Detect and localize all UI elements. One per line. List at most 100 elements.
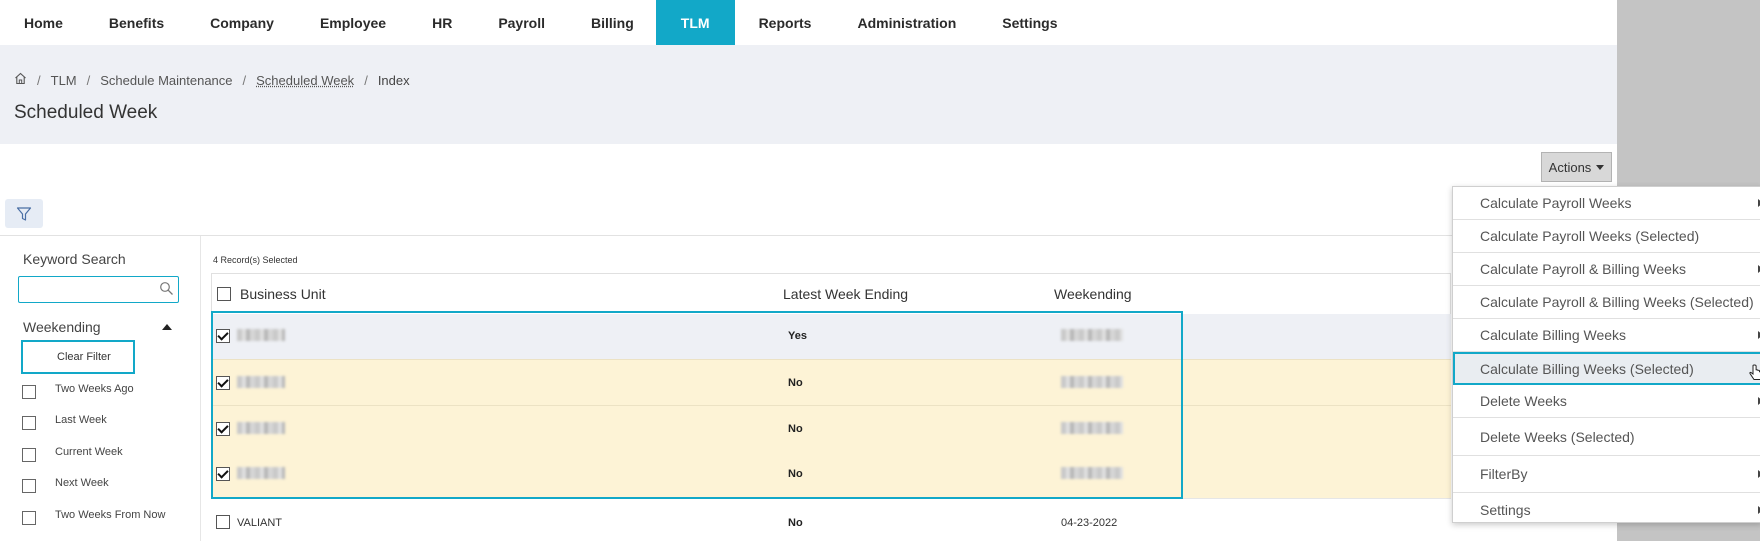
redacted-value — [1061, 467, 1123, 479]
search-icon[interactable] — [159, 281, 174, 301]
weekending-cell — [1061, 467, 1123, 482]
business-unit-cell — [237, 422, 285, 437]
nav-reports[interactable]: Reports — [735, 0, 834, 45]
breadcrumb-separator: / — [86, 72, 91, 88]
breadcrumb: / TLM / Schedule Maintenance / Scheduled… — [14, 72, 410, 88]
sidebar-divider — [200, 236, 201, 541]
menu-item-calculate-payroll-billing-weeks[interactable]: Calculate Payroll & Billing Weeks — [1453, 253, 1760, 286]
menu-item-calculate-payroll-weeks[interactable]: Calculate Payroll Weeks — [1453, 187, 1760, 220]
menu-item-delete-weeks[interactable]: Delete Weeks — [1453, 385, 1760, 418]
filter-option-last-week[interactable]: Last Week — [22, 410, 107, 430]
breadcrumb-separator: / — [242, 72, 247, 88]
nav-billing[interactable]: Billing — [567, 0, 656, 45]
chevron-up-icon — [162, 324, 172, 330]
app-root: Home Benefits Company Employee HR Payrol… — [0, 0, 1760, 541]
table-row[interactable]: No — [211, 451, 1451, 498]
breadcrumb-tlm[interactable]: TLM — [51, 73, 77, 88]
clear-filter-button[interactable]: Clear Filter — [21, 340, 135, 374]
weekending-cell — [1061, 422, 1123, 437]
menu-item-delete-weeks-selected[interactable]: Delete Weeks (Selected) — [1453, 418, 1760, 456]
records-selected-count: 4 Record(s) Selected — [213, 255, 298, 265]
weekending-cell — [1061, 329, 1123, 344]
redacted-value — [1061, 422, 1123, 434]
menu-item-calculate-payroll-billing-weeks-selected[interactable]: Calculate Payroll & Billing Weeks (Selec… — [1453, 286, 1760, 319]
nav-benefits[interactable]: Benefits — [85, 0, 186, 45]
breadcrumb-index: Index — [377, 72, 410, 88]
nav-home[interactable]: Home — [0, 0, 85, 45]
menu-item-filter-by[interactable]: FilterBy — [1453, 456, 1760, 493]
filter-checkbox[interactable] — [22, 448, 36, 462]
business-unit-cell: VALIANT — [237, 517, 283, 529]
column-header-latest-week-ending[interactable]: Latest Week Ending — [783, 286, 908, 302]
row-checkbox[interactable] — [216, 329, 230, 343]
row-checkbox[interactable] — [216, 515, 230, 529]
table-row[interactable]: No — [211, 359, 1451, 405]
menu-item-calculate-billing-weeks-selected[interactable]: Calculate Billing Weeks (Selected) — [1453, 352, 1760, 385]
row-checkbox[interactable] — [216, 376, 230, 390]
page-title: Scheduled Week — [14, 102, 158, 123]
actions-button[interactable]: Actions — [1541, 152, 1612, 182]
business-unit-cell — [237, 467, 285, 482]
nav-payroll[interactable]: Payroll — [474, 0, 567, 45]
filter-checkbox[interactable] — [22, 511, 36, 525]
business-unit-cell — [237, 329, 285, 344]
column-header-weekending[interactable]: Weekending — [1054, 286, 1132, 302]
breadcrumb-scheduled-week[interactable]: Scheduled Week — [256, 73, 354, 88]
weekending-label: Weekending — [23, 319, 101, 335]
redacted-value — [1061, 329, 1123, 341]
redacted-value — [237, 329, 285, 341]
redacted-value — [237, 467, 285, 479]
actions-label: Actions — [1548, 159, 1592, 175]
filter-option-label: Two Weeks Ago — [55, 383, 134, 395]
nav-company[interactable]: Company — [186, 0, 296, 45]
redacted-value — [237, 422, 285, 434]
filter-option-two-weeks-ago[interactable]: Two Weeks Ago — [22, 379, 134, 399]
breadcrumb-separator: / — [37, 72, 41, 88]
filter-option-label: Next Week — [55, 477, 109, 489]
filter-toggle-button[interactable] — [5, 199, 43, 228]
filter-icon — [16, 206, 32, 221]
nav-hr[interactable]: HR — [408, 0, 474, 45]
select-all-checkbox[interactable] — [217, 287, 231, 301]
keyword-search-input[interactable] — [19, 277, 155, 302]
menu-item-settings[interactable]: Settings — [1453, 493, 1760, 526]
weekending-filter-header[interactable]: Weekending — [23, 319, 178, 335]
column-header-business-unit[interactable]: Business Unit — [240, 286, 326, 302]
breadcrumb-schedule-maintenance[interactable]: Schedule Maintenance — [100, 73, 232, 88]
nav-administration[interactable]: Administration — [833, 0, 978, 45]
redacted-value — [1061, 376, 1123, 388]
actions-menu: Calculate Payroll Weeks Calculate Payrol… — [1452, 186, 1760, 523]
table-row[interactable]: No — [211, 405, 1451, 451]
menu-item-calculate-payroll-weeks-selected[interactable]: Calculate Payroll Weeks (Selected) — [1453, 220, 1760, 253]
filter-checkbox[interactable] — [22, 416, 36, 430]
filter-option-label: Current Week — [55, 446, 123, 458]
latest-week-ending-cell: Yes — [788, 330, 807, 342]
filter-checkbox[interactable] — [22, 479, 36, 493]
filter-option-label: Two Weeks From Now — [55, 509, 166, 521]
table-row[interactable]: VALIANT No 04-23-2022 — [211, 498, 1451, 541]
redacted-value — [237, 376, 285, 388]
filter-option-two-weeks-from-now[interactable]: Two Weeks From Now — [22, 505, 165, 525]
row-checkbox[interactable] — [216, 422, 230, 436]
keyword-search-label: Keyword Search — [23, 251, 126, 267]
latest-week-ending-cell: No — [788, 468, 803, 480]
latest-week-ending-cell: No — [788, 423, 803, 435]
chevron-down-icon — [1596, 164, 1605, 170]
menu-item-calculate-billing-weeks[interactable]: Calculate Billing Weeks — [1453, 319, 1760, 352]
weekending-cell: 04-23-2022 — [1061, 517, 1118, 529]
page-header: / TLM / Schedule Maintenance / Scheduled… — [0, 45, 1617, 144]
nav-tlm[interactable]: TLM — [655, 0, 735, 45]
table-header: Business Unit Latest Week Ending Weekend… — [211, 273, 1451, 314]
filter-option-next-week[interactable]: Next Week — [22, 473, 109, 493]
row-checkbox[interactable] — [216, 467, 230, 481]
divider — [0, 235, 1617, 236]
nav-settings[interactable]: Settings — [978, 0, 1079, 45]
nav-employee[interactable]: Employee — [296, 0, 408, 45]
cursor-hand-icon — [1749, 364, 1760, 380]
filter-option-current-week[interactable]: Current Week — [22, 442, 123, 462]
home-icon[interactable] — [14, 72, 27, 88]
business-unit-cell — [237, 376, 285, 391]
table-row[interactable]: Yes — [211, 314, 1451, 359]
breadcrumb-separator: / — [364, 72, 368, 88]
filter-checkbox[interactable] — [22, 385, 36, 399]
